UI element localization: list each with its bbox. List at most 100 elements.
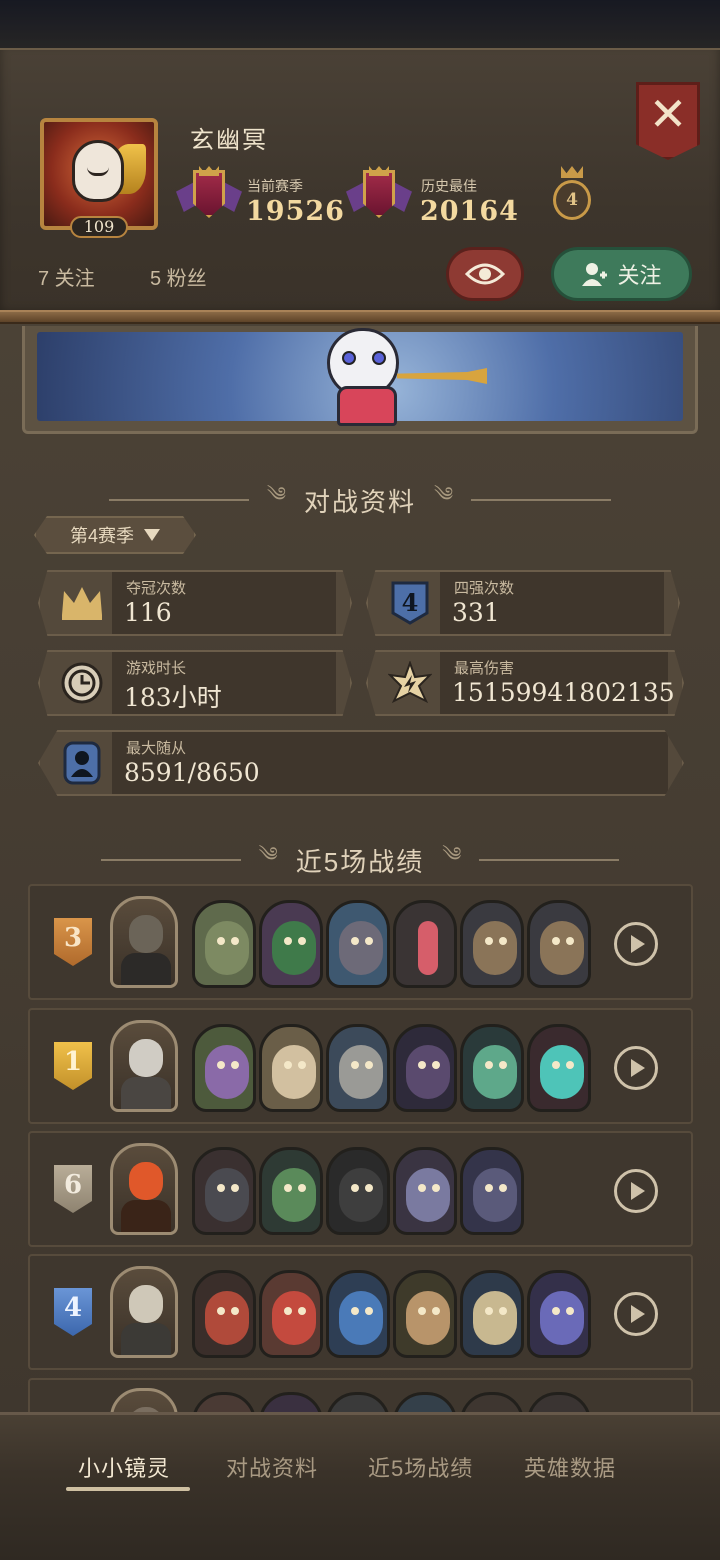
minion-card[interactable] bbox=[259, 1147, 323, 1235]
swirl-icon: ༄ bbox=[442, 844, 462, 866]
recent-matches-header: ༄ 近5场战绩 ༄ bbox=[0, 832, 720, 888]
minion-card[interactable] bbox=[460, 1024, 524, 1112]
minion-card[interactable] bbox=[326, 900, 390, 988]
match-row[interactable]: 4 bbox=[28, 1254, 693, 1370]
banner-art bbox=[37, 328, 683, 426]
placement-badge: 6 bbox=[54, 1165, 92, 1213]
rank-medal-value: 4 bbox=[553, 180, 591, 220]
replay-button[interactable] bbox=[614, 922, 658, 966]
avatar-face bbox=[72, 140, 124, 202]
season-selector-label: 第4赛季 bbox=[69, 526, 134, 546]
minion-card[interactable] bbox=[192, 1147, 256, 1235]
rank-medal-icon[interactable]: 4 bbox=[552, 166, 592, 224]
stat-card-max-minion: 最大随从 8591/8650 bbox=[38, 730, 684, 796]
match-row[interactable]: 3 bbox=[28, 884, 693, 1000]
play-icon bbox=[631, 935, 645, 953]
swirl-icon: ༄ bbox=[434, 484, 454, 506]
stat-card-play-time: 游戏时长 183小时 bbox=[38, 650, 352, 716]
nav-tab-hero-data[interactable]: 英雄数据 bbox=[524, 1451, 616, 1483]
stat-value: 15159941802135 bbox=[452, 678, 675, 707]
stat-value: 331 bbox=[452, 598, 500, 627]
watch-button[interactable] bbox=[446, 247, 524, 301]
follow-button-label: 关注 bbox=[617, 263, 662, 288]
placement-badge: 3 bbox=[54, 918, 92, 966]
placement-badge: 4 bbox=[54, 1288, 92, 1336]
season-selector[interactable]: 第4赛季 bbox=[34, 516, 196, 554]
hero-portrait[interactable] bbox=[110, 896, 178, 988]
play-icon bbox=[631, 1305, 645, 1323]
match-row[interactable]: 1 bbox=[28, 1008, 693, 1124]
minion-card[interactable] bbox=[460, 1270, 524, 1358]
minion-card[interactable] bbox=[259, 1270, 323, 1358]
add-user-icon bbox=[582, 263, 608, 286]
nav-tab-mirror-spirit[interactable]: 小小镜灵 bbox=[78, 1451, 170, 1483]
stat-value: 8591/8650 bbox=[124, 758, 260, 787]
stat-label: 夺冠次数 bbox=[126, 580, 187, 597]
nav-tab-battle-stats[interactable]: 对战资料 bbox=[226, 1451, 318, 1483]
followers-count[interactable]: 5 粉丝 bbox=[150, 262, 207, 291]
minion-card[interactable] bbox=[460, 1147, 524, 1235]
player-name: 玄幽冥 bbox=[190, 127, 268, 154]
minion-card[interactable] bbox=[259, 1024, 323, 1112]
match-row[interactable]: 6 bbox=[28, 1131, 693, 1247]
stat-card-max-damage: 最高伤害 15159941802135 bbox=[366, 650, 684, 716]
minion-card[interactable] bbox=[192, 900, 256, 988]
promo-banner[interactable] bbox=[22, 326, 698, 434]
minion-card[interactable] bbox=[192, 1270, 256, 1358]
svg-text:4: 4 bbox=[402, 588, 419, 617]
hero-portrait[interactable] bbox=[110, 1266, 178, 1358]
recent-matches-title: 近5场战绩 bbox=[295, 846, 425, 877]
history-best-score: 20164 bbox=[420, 196, 519, 227]
play-icon bbox=[631, 1182, 645, 1200]
clock-icon bbox=[50, 652, 114, 714]
stat-label: 最大随从 bbox=[126, 740, 187, 757]
hero-portrait[interactable] bbox=[110, 1020, 178, 1112]
placement-badge: 1 bbox=[54, 1042, 92, 1090]
stat-value: 116 bbox=[124, 598, 172, 627]
close-button[interactable]: ✕ bbox=[636, 82, 700, 160]
mascot-body bbox=[337, 386, 397, 426]
minion-card[interactable] bbox=[393, 1147, 457, 1235]
trumpet-icon bbox=[397, 368, 487, 384]
hero-portrait[interactable] bbox=[110, 1143, 178, 1235]
divider-rope bbox=[0, 310, 720, 324]
level-badge: 109 bbox=[70, 216, 128, 238]
minion-card[interactable] bbox=[393, 900, 457, 988]
swirl-icon: ༄ bbox=[266, 484, 286, 506]
eye-icon bbox=[465, 263, 505, 285]
current-season-label: 当前赛季 bbox=[247, 178, 303, 194]
minion-card[interactable] bbox=[460, 900, 524, 988]
history-best-label: 历史最佳 bbox=[421, 178, 477, 194]
follow-button[interactable]: 关注 bbox=[551, 247, 692, 301]
avatar[interactable] bbox=[40, 118, 158, 230]
minion-card[interactable] bbox=[393, 1270, 457, 1358]
stat-value: 183小时 bbox=[124, 683, 222, 712]
stat-card-championships: 夺冠次数 116 bbox=[38, 570, 352, 636]
current-season-score: 19526 bbox=[246, 196, 345, 227]
minion-card[interactable] bbox=[259, 900, 323, 988]
current-season-rank-icon bbox=[176, 166, 242, 226]
minion-card[interactable] bbox=[393, 1024, 457, 1112]
crown-icon bbox=[50, 572, 114, 634]
replay-button[interactable] bbox=[614, 1169, 658, 1213]
minion-card[interactable] bbox=[326, 1147, 390, 1235]
replay-button[interactable] bbox=[614, 1292, 658, 1336]
stat-label: 最高伤害 bbox=[454, 660, 515, 677]
damage-star-icon bbox=[378, 652, 442, 714]
stat-label: 游戏时长 bbox=[126, 660, 187, 677]
minion-card[interactable] bbox=[527, 1270, 591, 1358]
minion-card[interactable] bbox=[326, 1270, 390, 1358]
minion-card[interactable] bbox=[527, 1024, 591, 1112]
history-best-rank-icon bbox=[346, 166, 412, 226]
minion-card[interactable] bbox=[192, 1024, 256, 1112]
nav-tab-recent-matches[interactable]: 近5场战绩 bbox=[368, 1451, 473, 1483]
minion-card[interactable] bbox=[527, 900, 591, 988]
bottom-nav: 小小镜灵 对战资料 近5场战绩 英雄数据 bbox=[0, 1412, 720, 1560]
minion-card[interactable] bbox=[326, 1024, 390, 1112]
following-count[interactable]: 7 关注 bbox=[38, 262, 95, 291]
play-icon bbox=[631, 1059, 645, 1077]
active-tab-indicator bbox=[66, 1487, 190, 1491]
swirl-icon: ༄ bbox=[258, 844, 278, 866]
replay-button[interactable] bbox=[614, 1046, 658, 1090]
minion-icon bbox=[50, 732, 114, 794]
